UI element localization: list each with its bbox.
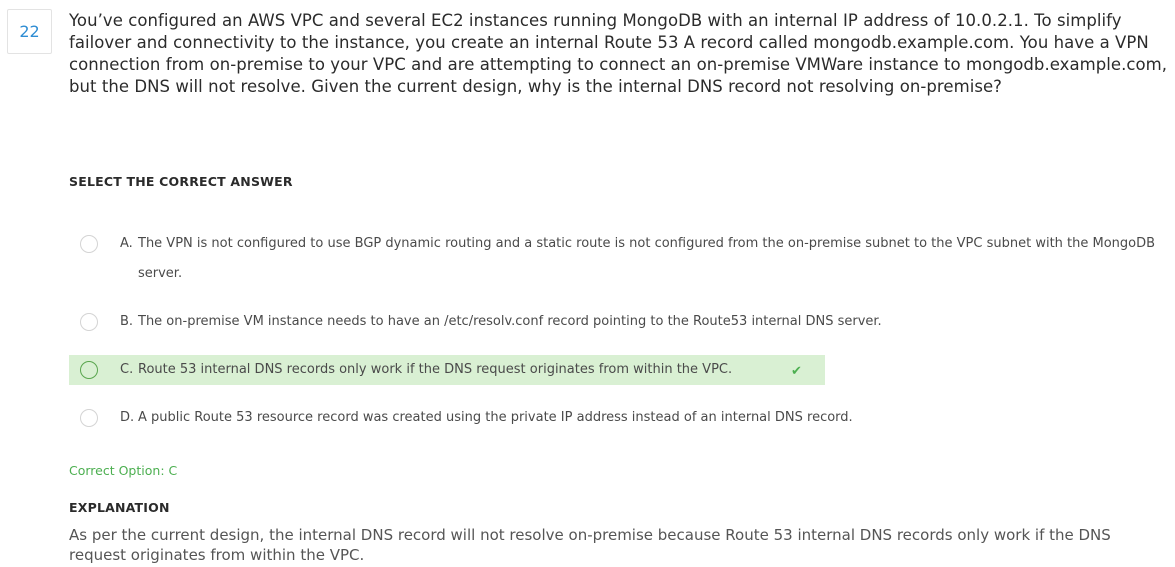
option-text-a[interactable]: The VPN is not configured to use BGP dyn… bbox=[138, 229, 1158, 289]
question-number: 22 bbox=[19, 22, 40, 41]
answer-option-a[interactable]: A. The VPN is not configured to use BGP … bbox=[69, 229, 1159, 289]
quiz-question-panel: 22 You’ve configured an AWS VPC and seve… bbox=[0, 0, 1175, 567]
radio-button-a[interactable] bbox=[80, 235, 98, 253]
answer-option-b[interactable]: B. The on-premise VM instance needs to h… bbox=[69, 307, 1159, 337]
explanation-text: As per the current design, the internal … bbox=[69, 526, 1111, 564]
option-text-b[interactable]: The on-premise VM instance needs to have… bbox=[138, 307, 1158, 337]
option-letter-a: A. bbox=[120, 236, 133, 251]
check-icon: ✔ bbox=[791, 364, 802, 379]
explanation-heading: EXPLANATION bbox=[69, 500, 170, 515]
option-text-d[interactable]: A public Route 53 resource record was cr… bbox=[138, 403, 1158, 433]
option-letter-c: C. bbox=[120, 362, 134, 377]
option-letter-d: D. bbox=[120, 410, 135, 425]
question-text: You’ve configured an AWS VPC and several… bbox=[69, 11, 1168, 96]
option-text-c[interactable]: Route 53 internal DNS records only work … bbox=[138, 355, 1158, 385]
question-number-badge: 22 bbox=[7, 9, 52, 54]
radio-button-d[interactable] bbox=[80, 409, 98, 427]
select-answer-heading: SELECT THE CORRECT ANSWER bbox=[69, 174, 293, 189]
radio-button-c[interactable] bbox=[80, 361, 98, 379]
correct-option-label: Correct Option: C bbox=[69, 463, 178, 478]
answer-option-d[interactable]: D. A public Route 53 resource record was… bbox=[69, 403, 1159, 433]
radio-button-b[interactable] bbox=[80, 313, 98, 331]
answer-option-c-correct[interactable]: C. Route 53 internal DNS records only wo… bbox=[69, 355, 825, 385]
option-letter-b: B. bbox=[120, 314, 134, 329]
